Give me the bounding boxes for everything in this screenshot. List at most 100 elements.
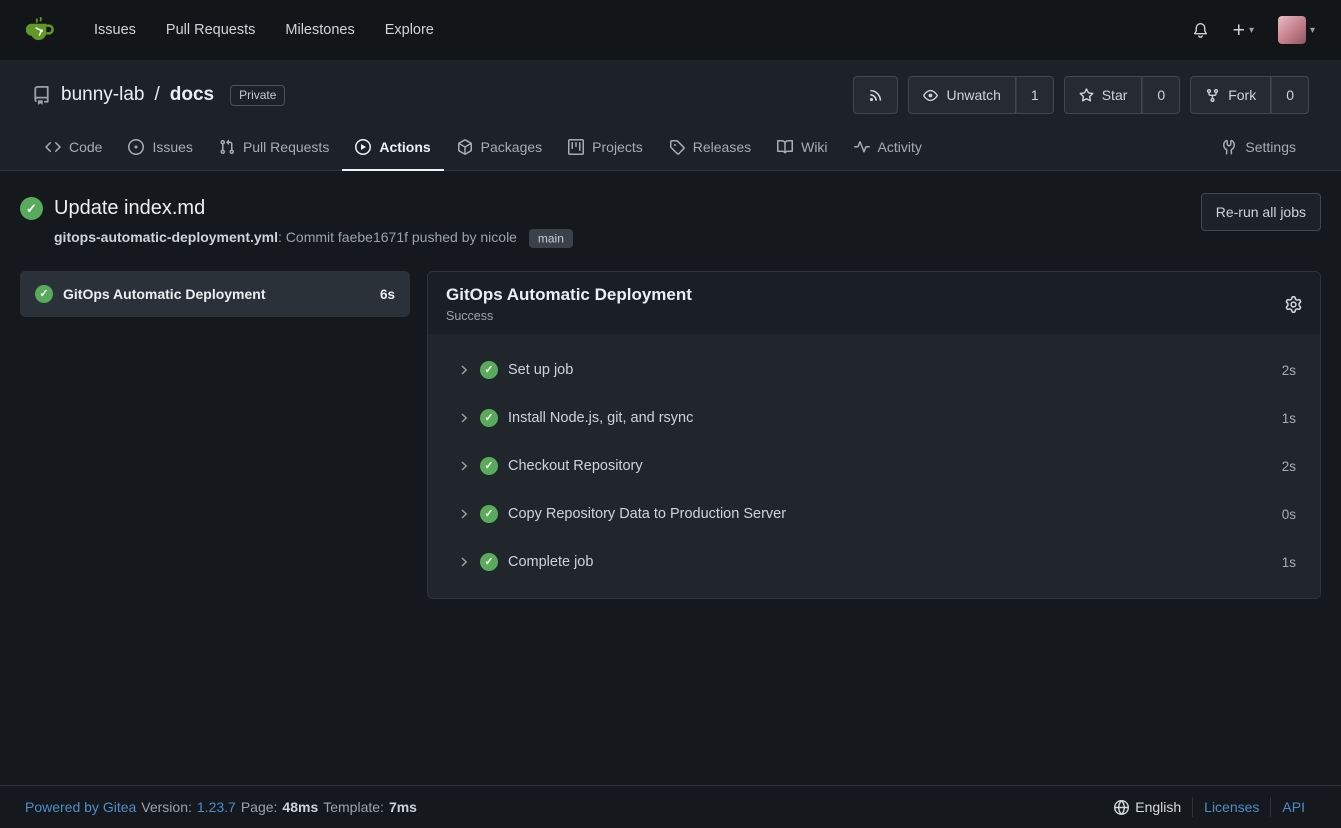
- step-row[interactable]: ✓ Checkout Repository 2s: [428, 442, 1320, 490]
- page-label: Page:: [241, 799, 278, 815]
- tab-code[interactable]: Code: [32, 126, 115, 171]
- tab-packages[interactable]: Packages: [444, 126, 555, 171]
- repo-separator: /: [154, 84, 159, 106]
- job-success-check-icon: ✓: [35, 285, 53, 303]
- create-new-dropdown[interactable]: + ▾: [1233, 20, 1254, 41]
- step-row[interactable]: ✓ Complete job 1s: [428, 538, 1320, 586]
- chevron-right-icon: [458, 460, 470, 472]
- job-duration: 6s: [380, 287, 395, 302]
- repo-title-row: bunny-lab / docs Private: [32, 76, 1309, 114]
- tab-wiki[interactable]: Wiki: [764, 126, 840, 171]
- gitea-actions-page: Issues Pull Requests Milestones Explore …: [0, 0, 1341, 828]
- gitea-logo[interactable]: [26, 15, 57, 46]
- rss-icon: [868, 88, 883, 103]
- play-circle-icon: [355, 139, 371, 155]
- issue-opened-icon: [128, 139, 144, 155]
- rss-button[interactable]: [853, 76, 898, 114]
- tab-projects[interactable]: Projects: [555, 126, 656, 171]
- language-label: English: [1135, 799, 1181, 815]
- nav-milestones[interactable]: Milestones: [270, 14, 369, 46]
- avatar: [1278, 16, 1306, 44]
- git-pull-request-icon: [219, 139, 235, 155]
- job-options-button[interactable]: [1285, 296, 1302, 313]
- fork-button[interactable]: Fork: [1190, 76, 1271, 114]
- step-name: Copy Repository Data to Production Serve…: [508, 506, 1272, 522]
- tab-label: Activity: [878, 139, 922, 155]
- job-card-header: GitOps Automatic Deployment Success: [428, 272, 1320, 334]
- chevron-right-icon: [458, 508, 470, 520]
- rerun-all-jobs-button[interactable]: Re-run all jobs: [1201, 193, 1321, 231]
- tab-label: Pull Requests: [243, 139, 329, 155]
- step-success-check-icon: ✓: [480, 409, 498, 427]
- branch-badge[interactable]: main: [529, 229, 573, 248]
- footer-left: Powered by Gitea Version: 1.23.7 Page: 4…: [25, 799, 417, 815]
- step-row[interactable]: ✓ Install Node.js, git, and rsync 1s: [428, 394, 1320, 442]
- nav-issues[interactable]: Issues: [79, 14, 151, 46]
- unwatch-button[interactable]: Unwatch: [908, 76, 1015, 114]
- globe-icon: [1114, 800, 1129, 815]
- commit-sha-link[interactable]: faebe1671f: [338, 229, 408, 245]
- tab-actions[interactable]: Actions: [342, 126, 443, 171]
- watch-group: Unwatch 1: [908, 76, 1053, 114]
- run-header: ✓ Update index.md gitops-automatic-deplo…: [20, 197, 1321, 245]
- repo-name-link[interactable]: docs: [170, 84, 214, 106]
- chevron-down-icon: ▾: [1310, 25, 1315, 36]
- footer-right: English Licenses API: [1103, 797, 1316, 817]
- licenses-link[interactable]: Licenses: [1192, 797, 1270, 817]
- forks-count[interactable]: 0: [1271, 76, 1309, 114]
- tab-pull-requests[interactable]: Pull Requests: [206, 126, 342, 171]
- run-success-check-icon: ✓: [20, 197, 43, 220]
- run-subtitle: gitops-automatic-deployment.yml: Commit …: [54, 229, 1321, 245]
- user-menu[interactable]: ▾: [1278, 16, 1315, 44]
- watchers-count[interactable]: 1: [1016, 76, 1054, 114]
- stars-count[interactable]: 0: [1142, 76, 1180, 114]
- template-time: 7ms: [389, 799, 417, 815]
- settings-tools-icon: [1221, 139, 1237, 155]
- book-icon: [777, 139, 793, 155]
- step-row[interactable]: ✓ Set up job 2s: [428, 346, 1320, 394]
- job-status-text: Success: [446, 309, 692, 323]
- run-title: Update index.md: [54, 197, 205, 220]
- tab-activity[interactable]: Activity: [841, 126, 935, 171]
- plus-icon: +: [1233, 20, 1245, 41]
- project-board-icon: [568, 139, 584, 155]
- fork-label: Fork: [1228, 87, 1256, 103]
- tab-settings[interactable]: Settings: [1208, 126, 1309, 171]
- eye-icon: [923, 88, 938, 103]
- tab-label: Settings: [1245, 139, 1296, 155]
- step-row[interactable]: ✓ Copy Repository Data to Production Ser…: [428, 490, 1320, 538]
- nav-explore[interactable]: Explore: [370, 14, 449, 46]
- visibility-badge: Private: [230, 85, 285, 106]
- language-selector[interactable]: English: [1103, 797, 1192, 817]
- notifications-button[interactable]: [1192, 22, 1209, 39]
- tag-icon: [669, 139, 685, 155]
- footer: Powered by Gitea Version: 1.23.7 Page: 4…: [0, 785, 1341, 828]
- nav-pull-requests[interactable]: Pull Requests: [151, 14, 270, 46]
- tab-label: Packages: [481, 139, 542, 155]
- author-link[interactable]: nicole: [480, 229, 517, 245]
- job-list-item[interactable]: ✓ GitOps Automatic Deployment 6s: [20, 271, 410, 317]
- star-button[interactable]: Star: [1064, 76, 1143, 114]
- gitea-logo-icon: [26, 15, 57, 46]
- unwatch-label: Unwatch: [946, 87, 1000, 103]
- tab-label: Issues: [152, 139, 192, 155]
- workflow-file-link[interactable]: gitops-automatic-deployment.yml: [54, 229, 278, 245]
- tab-label: Wiki: [801, 139, 827, 155]
- repo-owner-link[interactable]: bunny-lab: [61, 84, 144, 106]
- star-icon: [1079, 88, 1094, 103]
- tab-releases[interactable]: Releases: [656, 126, 764, 171]
- pushed-by-text: pushed by: [408, 229, 480, 245]
- api-link[interactable]: API: [1270, 797, 1316, 817]
- step-success-check-icon: ✓: [480, 505, 498, 523]
- tab-label: Releases: [693, 139, 751, 155]
- chevron-right-icon: [458, 412, 470, 424]
- powered-by-link[interactable]: Powered by Gitea: [25, 799, 136, 815]
- step-list: ✓ Set up job 2s ✓ Install Node.js, git, …: [428, 334, 1320, 598]
- step-name: Checkout Repository: [508, 458, 1272, 474]
- repo-header: bunny-lab / docs Private: [0, 60, 1341, 171]
- template-label: Template:: [323, 799, 384, 815]
- chevron-right-icon: [458, 364, 470, 376]
- version-link[interactable]: 1.23.7: [197, 799, 236, 815]
- tab-issues[interactable]: Issues: [115, 126, 205, 171]
- code-icon: [45, 139, 61, 155]
